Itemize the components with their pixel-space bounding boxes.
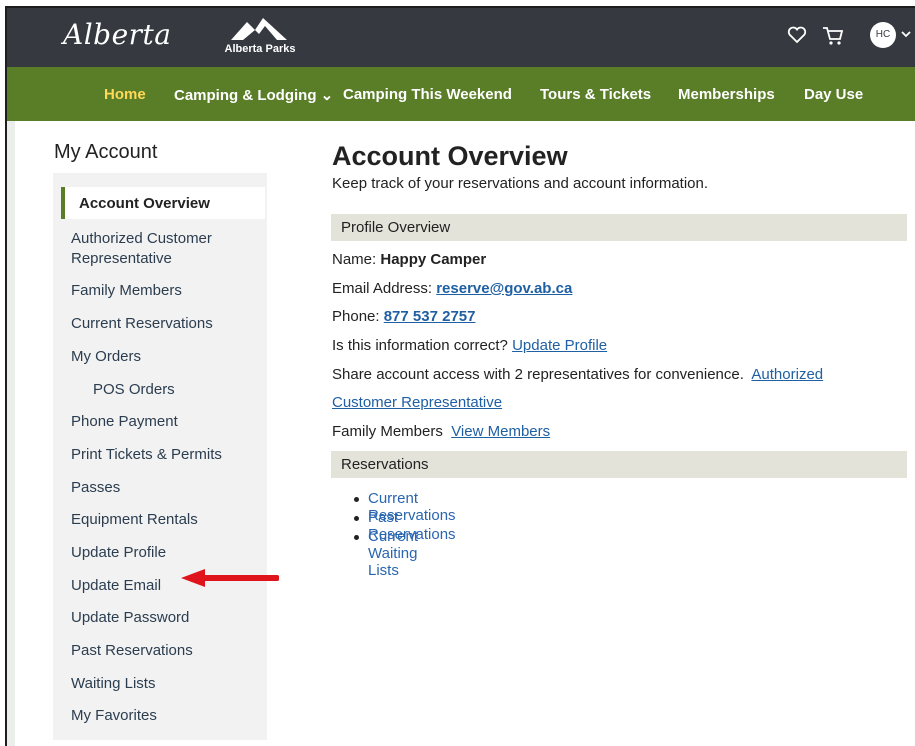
profile-overview-header: Profile Overview <box>331 214 907 241</box>
page-subtitle: Keep track of your reservations and acco… <box>332 175 709 192</box>
nav-camping-this-weekend[interactable]: Camping This Weekend <box>343 86 512 103</box>
profile-email-row: Email Address: reserve@gov.ab.ca <box>332 280 572 297</box>
profile-name-row: Name: Happy Camper <box>332 251 486 268</box>
browser-frame: Alberta Alberta Parks HC Home Camping & … <box>5 6 915 746</box>
alberta-parks-label: Alberta Parks <box>224 43 296 55</box>
customer-representative-link[interactable]: Customer Representative <box>332 394 502 411</box>
nav-camping-lodging[interactable]: Camping & Lodging ⌄ <box>174 86 333 104</box>
sidebar-item-my-favorites[interactable]: My Favorites <box>71 706 157 726</box>
alberta-parks-logo[interactable]: Alberta Parks <box>215 16 305 60</box>
profile-family-row: Family Members View Members <box>332 423 550 440</box>
sidebar-item-phone-payment[interactable]: Phone Payment <box>71 412 178 432</box>
nav-day-use[interactable]: Day Use <box>804 86 863 103</box>
bullet-icon <box>354 497 359 502</box>
update-profile-link[interactable]: Update Profile <box>512 337 607 354</box>
sidebar-item-waiting-lists[interactable]: Waiting Lists <box>71 674 155 694</box>
sidebar-item-family-members[interactable]: Family Members <box>71 281 182 301</box>
red-arrow-icon <box>181 569 279 587</box>
profile-share-row: Share account access with 2 representati… <box>332 366 823 383</box>
confirm-question: Is this information correct? <box>332 337 508 354</box>
sidebar-item-passes[interactable]: Passes <box>71 478 120 498</box>
left-gutter <box>7 121 15 746</box>
sidebar-item-update-email[interactable]: Update Email <box>71 576 161 596</box>
authorized-rep-link[interactable]: Authorized <box>751 366 823 383</box>
sidebar-item-update-profile[interactable]: Update Profile <box>71 543 166 563</box>
phone-label: Phone: <box>332 308 380 325</box>
nav-tours-tickets[interactable]: Tours & Tickets <box>540 86 651 103</box>
sidebar-title: My Account <box>54 141 158 163</box>
nav-memberships[interactable]: Memberships <box>678 86 775 103</box>
profile-phone-row: Phone: 877 537 2757 <box>332 308 475 325</box>
reservations-header: Reservations <box>331 451 907 478</box>
nav-home[interactable]: Home <box>104 86 146 103</box>
bullet-icon <box>354 516 359 521</box>
profile-share-row-cont: Customer Representative <box>332 394 502 411</box>
family-members-label: Family Members <box>332 423 443 440</box>
sidebar-item-label: Account Overview <box>79 195 210 212</box>
main-nav: Home Camping & Lodging ⌄ Camping This We… <box>7 67 915 121</box>
phone-link[interactable]: 877 537 2757 <box>384 308 476 325</box>
sidebar-item-equipment-rentals[interactable]: Equipment Rentals <box>71 510 198 530</box>
account-sidebar: Account Overview Authorized Customer Rep… <box>53 173 267 740</box>
sidebar-item-past-reservations[interactable]: Past Reservations <box>71 641 193 661</box>
sidebar-item-pos-orders[interactable]: POS Orders <box>93 380 175 400</box>
email-label: Email Address: <box>332 280 433 297</box>
sidebar-item-account-overview[interactable]: Account Overview <box>61 187 265 219</box>
name-label: Name: <box>332 251 377 268</box>
page-title: Account Overview <box>332 141 568 171</box>
view-members-link[interactable]: View Members <box>451 423 550 440</box>
section-header-label: Profile Overview <box>341 219 451 236</box>
mountain-icon <box>231 18 287 40</box>
top-bar: Alberta Alberta Parks HC <box>7 8 915 67</box>
sidebar-item-current-reservations[interactable]: Current Reservations <box>71 314 213 334</box>
cart-icon[interactable] <box>822 26 844 46</box>
current-waiting-lists-link[interactable]: Current Waiting Lists <box>368 528 418 579</box>
name-value: Happy Camper <box>380 251 487 268</box>
alberta-logo[interactable]: Alberta <box>63 18 172 51</box>
bullet-icon <box>354 535 359 540</box>
section-header-label: Reservations <box>341 456 429 473</box>
sidebar-item-print-tickets-permits[interactable]: Print Tickets & Permits <box>71 445 222 465</box>
profile-confirm-row: Is this information correct? Update Prof… <box>332 337 607 354</box>
user-avatar[interactable]: HC <box>870 22 896 48</box>
sidebar-item-my-orders[interactable]: My Orders <box>71 347 141 367</box>
heart-icon[interactable] <box>787 26 807 44</box>
chevron-down-icon[interactable] <box>900 26 912 42</box>
share-text: Share account access with 2 representati… <box>332 366 744 383</box>
email-link[interactable]: reserve@gov.ab.ca <box>436 280 572 297</box>
sidebar-item-update-password[interactable]: Update Password <box>71 608 189 628</box>
sidebar-item-authorized-customer-representative[interactable]: Authorized Customer Representative <box>71 229 251 269</box>
